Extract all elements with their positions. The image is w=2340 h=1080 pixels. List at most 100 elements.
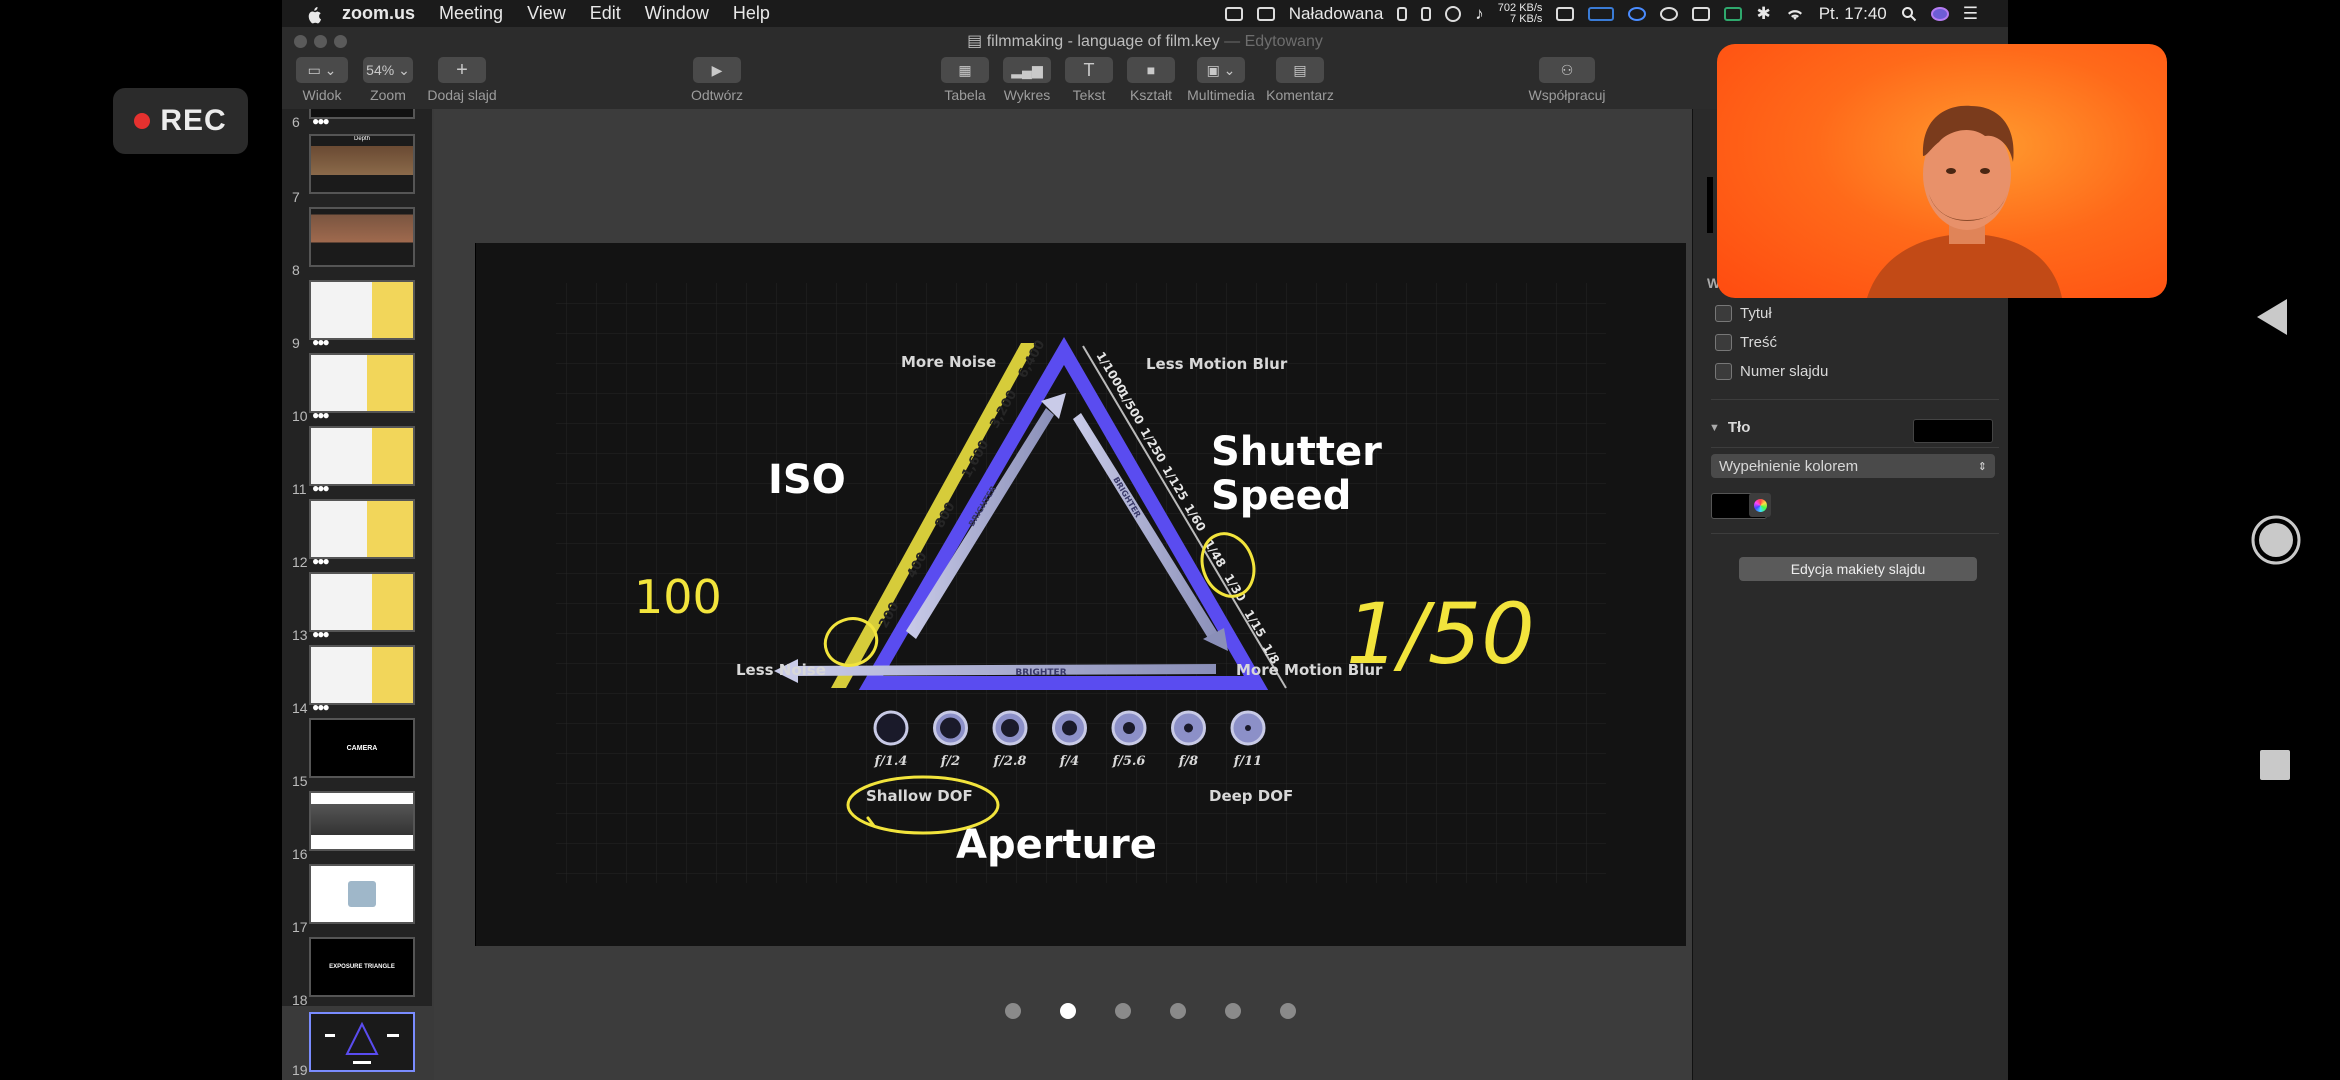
menu-meeting[interactable]: Meeting — [439, 3, 503, 24]
clock[interactable]: Pt. 17:40 — [1819, 4, 1887, 24]
title-checkbox-label: Tytuł — [1740, 305, 1772, 322]
spreadsheet-icon[interactable] — [1724, 6, 1743, 21]
page-dot[interactable] — [1060, 1003, 1076, 1019]
wifi-icon[interactable] — [1785, 6, 1805, 22]
fill-type-select[interactable]: Wypełnienie kolorem ⇕ — [1711, 454, 1995, 478]
title-checkbox[interactable]: Tytuł — [1715, 305, 1772, 322]
slide-thumb-18[interactable]: EXPOSURE TRIANGLE 18 — [282, 937, 432, 1010]
screen-share-icon[interactable] — [1224, 6, 1243, 21]
page-dot[interactable] — [1225, 1003, 1241, 1019]
slide-thumb-16[interactable]: 16 — [282, 791, 432, 864]
home-icon[interactable] — [2250, 514, 2302, 566]
aperture-icon — [1230, 710, 1266, 746]
zoom-status-icon[interactable] — [1628, 6, 1647, 21]
more-noise-label: More Noise — [901, 353, 996, 371]
slide-thumb-9[interactable]: ●●● 9 — [282, 280, 432, 353]
record-dot-icon — [134, 113, 151, 129]
battery-status[interactable]: Naładowana — [1289, 4, 1384, 24]
participant-video[interactable] — [1717, 44, 2167, 298]
recents-icon[interactable] — [2258, 748, 2292, 782]
slide-number-checkbox-label: Numer slajdu — [1740, 363, 1829, 380]
menu-window[interactable]: Window — [645, 3, 709, 24]
slide-thumbnail — [309, 353, 415, 413]
body-checkbox[interactable]: Treść — [1715, 334, 1777, 351]
shutter-title-line1: Shutter — [1211, 429, 1382, 475]
current-slide[interactable]: 200 400 800 1,600 3,200 6,400 1/1000 1/5… — [475, 243, 1686, 946]
slide-thumb-19[interactable]: 19 — [282, 1006, 432, 1080]
music-icon[interactable]: ♪ — [1475, 4, 1484, 24]
zoom-dropdown[interactable]: 54% ⌄ Zoom — [357, 57, 419, 103]
slide-thumb-6[interactable]: ●●● 6 — [282, 109, 432, 132]
color-wheel-icon[interactable] — [1749, 493, 1771, 517]
phone-icon[interactable] — [1421, 6, 1432, 21]
battery-icon[interactable] — [1256, 6, 1275, 21]
slide-number: 7 — [292, 189, 300, 205]
page-dot[interactable] — [1115, 1003, 1131, 1019]
aperture-icon — [1111, 710, 1147, 746]
slide-number-checkbox[interactable]: Numer slajdu — [1715, 363, 1828, 380]
thumb-caption: CAMERA — [346, 744, 378, 752]
thumb-caption: Depth — [353, 136, 370, 142]
checkbox-box[interactable] — [1715, 363, 1732, 380]
menu-view[interactable]: View — [527, 3, 566, 24]
background-color-well[interactable] — [1913, 419, 1993, 443]
warning-icon[interactable] — [1660, 6, 1679, 21]
page-dot[interactable] — [1170, 1003, 1186, 1019]
monitor-icon[interactable] — [1556, 6, 1575, 21]
edit-status: — Edytowany — [1224, 33, 1323, 50]
shape-button[interactable]: ■ Kształt — [1121, 57, 1181, 103]
slide-thumb-7[interactable]: Depth 7 — [282, 134, 432, 207]
slide-thumb-14[interactable]: ●●● 14 — [282, 645, 432, 718]
comment-button[interactable]: ▤ Komentarz — [1262, 57, 1338, 103]
activity-icon[interactable] — [1588, 6, 1615, 21]
menu-help[interactable]: Help — [733, 3, 770, 24]
build-indicator: ●●● — [312, 335, 330, 349]
slide-number: 12 — [292, 554, 308, 570]
slide-thumb-17[interactable]: 17 — [282, 864, 432, 937]
menu-app-zoom[interactable]: zoom.us — [342, 3, 415, 24]
notification-center-icon[interactable]: ☰ — [1963, 4, 1978, 24]
sync-icon[interactable] — [1445, 5, 1462, 22]
slide-number: 11 — [292, 481, 307, 497]
slide-thumb-13[interactable]: ●●● 13 — [282, 572, 432, 645]
page-dot[interactable] — [1280, 1003, 1296, 1019]
build-indicator: ●●● — [312, 627, 330, 641]
page-dot[interactable] — [1005, 1003, 1021, 1019]
slide-thumb-11[interactable]: ●●● 11 — [282, 426, 432, 499]
disclosure-triangle-icon[interactable]: ▼ — [1709, 422, 1720, 434]
checkbox-box[interactable] — [1715, 334, 1732, 351]
siri-icon[interactable] — [1930, 6, 1949, 21]
edit-slide-layout-button[interactable]: Edycja makiety slajdu — [1739, 557, 1977, 581]
chart-button[interactable]: ▂▄▆ Wykres — [997, 57, 1057, 103]
table-button[interactable]: ▦ Tabela — [935, 57, 995, 103]
media-button[interactable]: ▣ ⌄ Multimedia — [1183, 57, 1259, 103]
apple-logo-icon[interactable] — [304, 4, 324, 24]
back-icon[interactable] — [2255, 297, 2291, 337]
play-button[interactable]: ▶ Odtwórz — [682, 57, 752, 103]
view-button[interactable]: ▭ ⌄ Widok — [292, 57, 352, 103]
menu-edit[interactable]: Edit — [590, 3, 621, 24]
text-icon: T — [1065, 57, 1113, 83]
sidebar-icon: ▭ ⌄ — [296, 57, 348, 83]
text-button[interactable]: T Tekst — [1059, 57, 1119, 103]
slide-navigator[interactable]: ●●● 6 Depth 7 8 ●●● 9 ●●● 10 ●●● 11 ●●● … — [282, 109, 434, 1080]
view-label: Widok — [302, 87, 342, 103]
recording-indicator: REC — [113, 88, 248, 154]
spotlight-search-icon[interactable] — [1901, 6, 1917, 22]
slide-thumb-10[interactable]: ●●● 10 — [282, 353, 432, 426]
layers-icon[interactable] — [1692, 6, 1711, 21]
bluetooth-icon[interactable]: ✱ — [1756, 4, 1770, 24]
collaborate-button[interactable]: ⚇ Współpracuj — [1522, 57, 1612, 103]
checkbox-box[interactable] — [1715, 305, 1732, 322]
slide-thumb-12[interactable]: ●●● 12 — [282, 499, 432, 572]
slide-thumbnail: Depth — [309, 134, 415, 194]
background-section-header[interactable]: ▼ Tło — [1709, 419, 1750, 436]
aperture-icon — [873, 710, 909, 746]
slide-thumbnail — [309, 280, 415, 340]
aperture-icon — [1052, 710, 1087, 746]
slide-number: 13 — [292, 627, 308, 643]
device-icon[interactable] — [1397, 6, 1408, 21]
slide-thumb-15[interactable]: CAMERA 15 — [282, 718, 432, 791]
slide-thumb-8[interactable]: 8 — [282, 207, 432, 280]
add-slide-button[interactable]: + Dodaj slajd — [422, 57, 502, 103]
